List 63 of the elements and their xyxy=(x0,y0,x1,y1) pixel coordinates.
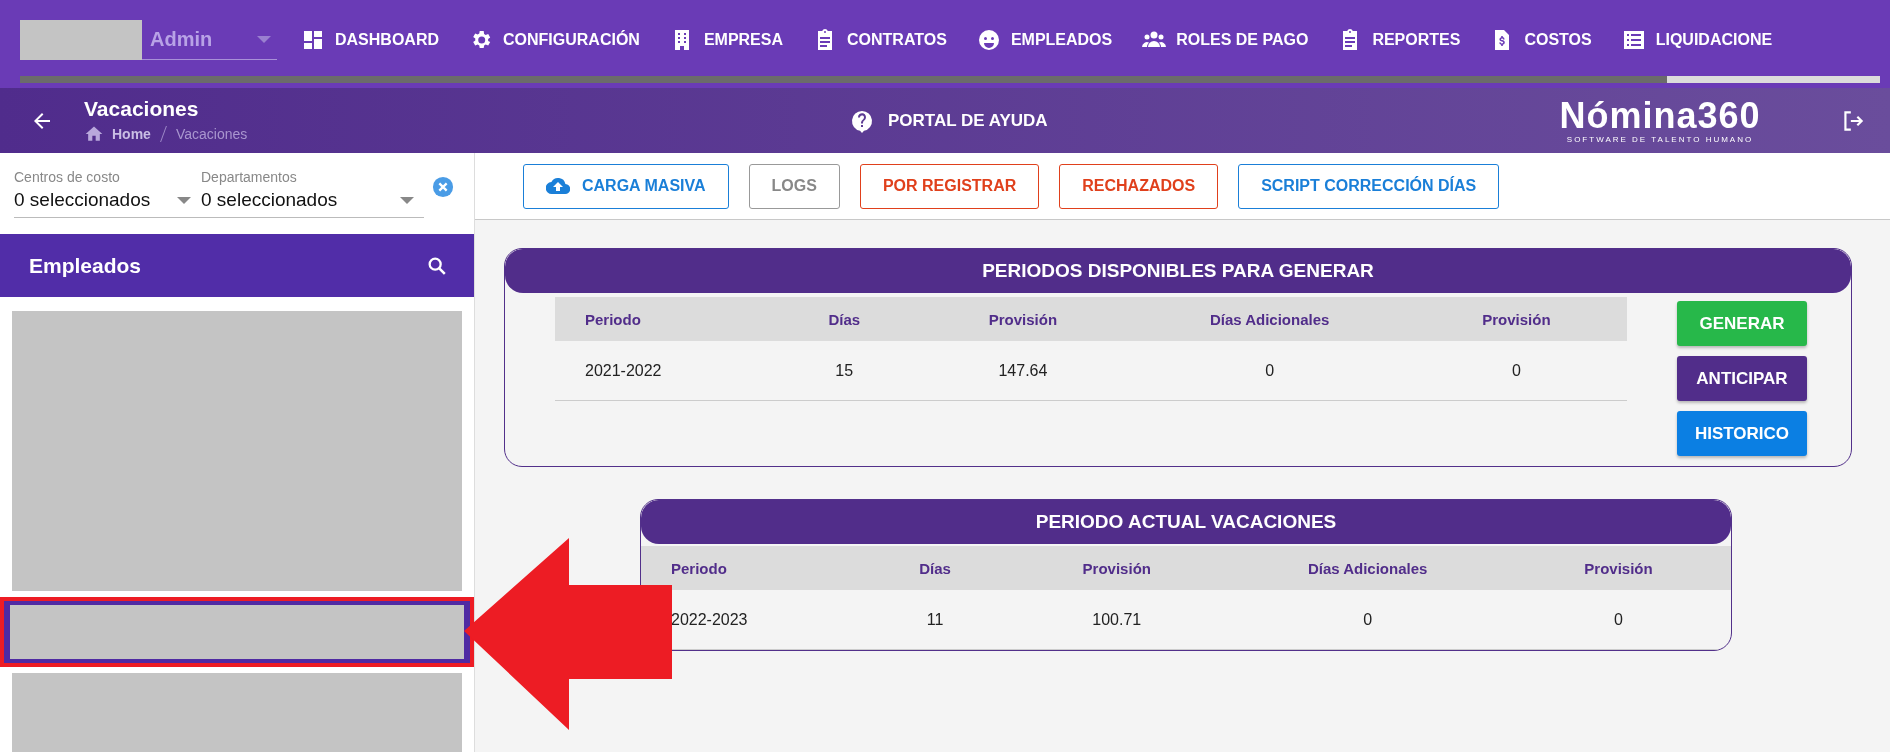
dashboard-icon xyxy=(301,28,325,52)
column-header: Provisión xyxy=(987,310,1059,328)
column-header: Provisión xyxy=(1081,559,1152,577)
caret-icon xyxy=(177,196,191,204)
table-cell-text: 0 xyxy=(1362,610,1374,629)
card-title-bar: PERIODOS DISPONIBLES PARA GENERAR xyxy=(505,249,1851,293)
toolbar-button[interactable]: RECHAZADOS xyxy=(1059,163,1219,209)
column-header: Periodo xyxy=(670,559,728,577)
action-button[interactable]: ANTICIPAR xyxy=(1677,356,1807,401)
filter-label: Departamentos xyxy=(201,169,298,185)
horizontal-scrollbar[interactable] xyxy=(20,76,1880,83)
table-cell-text: 15 xyxy=(834,361,855,380)
list-icon xyxy=(1621,28,1646,52)
panel-title: Empleados xyxy=(29,253,142,278)
employee-list-item[interactable] xyxy=(0,597,474,667)
scrollbar-thumb[interactable] xyxy=(1667,76,1880,83)
column-header: Días Adicionales xyxy=(1306,559,1429,577)
caret-icon xyxy=(400,196,414,204)
help-portal-link[interactable]: PORTAL DE AYUDA xyxy=(850,108,1550,133)
table-cell-text: 0 xyxy=(1613,610,1624,629)
card-title-bar: PERIODO ACTUAL VACACIONES xyxy=(641,500,1731,544)
breadcrumb-link[interactable]: Home xyxy=(112,126,151,142)
nav-menu-item[interactable]: LIQUIDACIONE xyxy=(1615,28,1779,52)
nav-menu-item[interactable]: COSTOS xyxy=(1484,28,1598,52)
filter-select[interactable]: Departamentos 0 seleccionados xyxy=(201,169,424,218)
toolbar-button[interactable]: POR REGISTRAR xyxy=(859,163,1040,209)
filter-value: 0 seleccionados xyxy=(14,189,151,211)
column-header: Días xyxy=(827,310,862,328)
breadcrumb-link[interactable]: Vacaciones xyxy=(175,126,248,142)
table-cell-text: 147.64 xyxy=(997,361,1049,380)
table-cell-text: 2021-2022 xyxy=(584,361,663,380)
toolbar-button[interactable]: CARGA MASIVA xyxy=(523,163,729,209)
brand-tagline: SOFTWARE DE TALENTO HUMANO xyxy=(1566,135,1754,144)
help-icon xyxy=(850,108,874,133)
table-cell-text: 2022-2023 xyxy=(670,610,749,629)
nav-menu-item[interactable]: EMPRESA xyxy=(663,28,789,52)
table-cell-text: 11 xyxy=(925,610,945,629)
table-cell-text: 0 xyxy=(1264,361,1276,380)
clear-icon xyxy=(432,175,454,198)
filter-label: Centros de costo xyxy=(14,169,121,185)
caret-icon xyxy=(257,36,271,43)
brand-logo: Nómina360 xyxy=(1559,97,1761,135)
nav-menu-item[interactable]: ROLES DE PAGO xyxy=(1136,28,1315,52)
column-header: Días xyxy=(918,559,952,577)
column-header: Periodo xyxy=(584,310,642,328)
page-title: Vacaciones xyxy=(84,97,200,121)
nav-menu-item[interactable]: CONFIGURACIÓN xyxy=(463,28,646,52)
face-icon xyxy=(976,28,1001,52)
column-header: Provisión xyxy=(1481,310,1552,328)
nav-menu-item[interactable]: DASHBOARD xyxy=(295,28,445,52)
home-icon xyxy=(84,124,104,144)
filter-value: 0 seleccionados xyxy=(201,189,338,211)
action-button[interactable]: HISTORICO xyxy=(1677,411,1807,456)
toolbar-button[interactable]: LOGS xyxy=(748,163,840,209)
nav-menu-item[interactable]: REPORTES xyxy=(1332,28,1467,52)
filter-select[interactable]: Centros de costo 0 seleccionados xyxy=(14,169,201,218)
nav-menu-item[interactable]: CONTRATOS xyxy=(807,28,953,52)
table-cell-text: 0 xyxy=(1510,361,1522,380)
column-header: Provisión xyxy=(1583,559,1654,577)
column-header: Días Adicionales xyxy=(1208,310,1331,328)
table-cell-text: 100.71 xyxy=(1091,610,1143,629)
toolbar-button[interactable]: SCRIPT CORRECCIÓN DÍAS xyxy=(1238,163,1500,209)
nav-menu-item[interactable]: EMPLEADOS xyxy=(970,28,1119,52)
